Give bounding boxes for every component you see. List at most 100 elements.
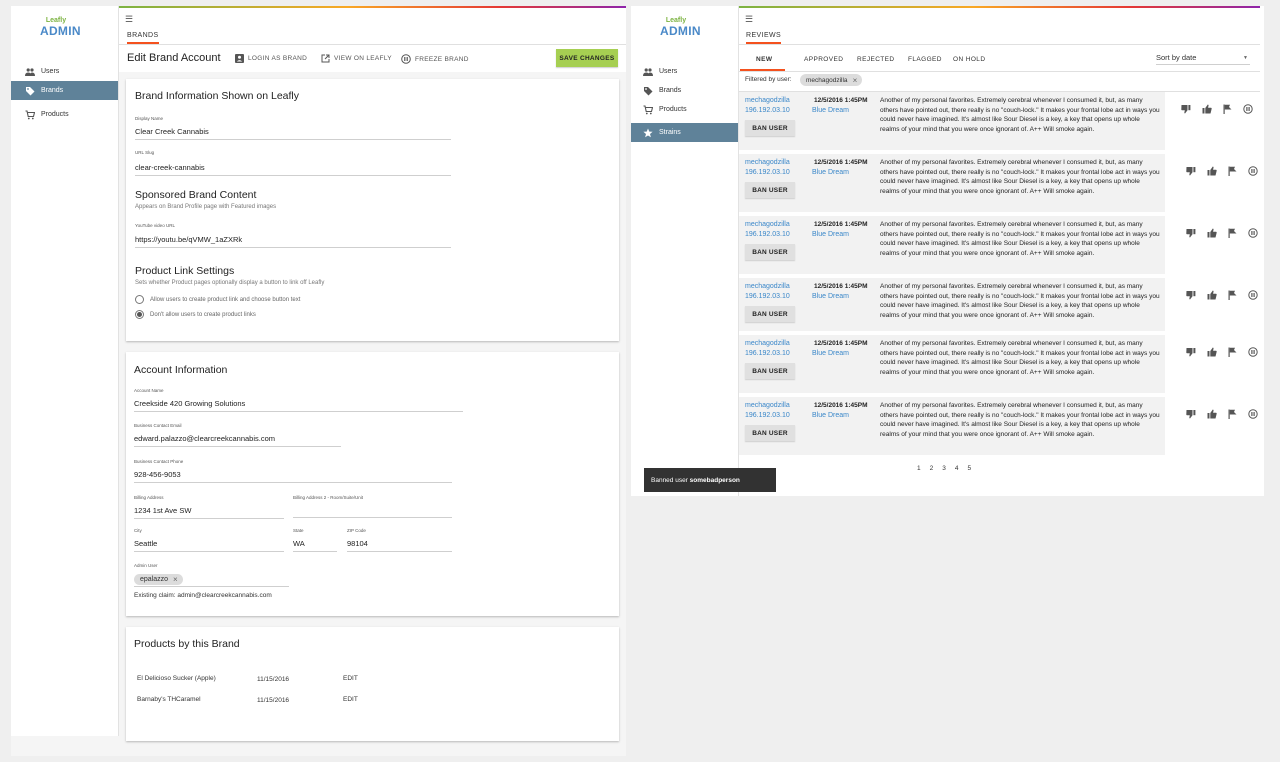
page-2[interactable]: 2 [930,465,934,472]
tab-reviews[interactable]: REVIEWS [746,32,782,44]
nav-item-users[interactable]: Users [631,62,738,81]
tab-approved[interactable]: APPROVED [804,56,843,63]
product-name[interactable]: El Delicioso Sucker (Apple) [137,675,216,682]
nav-item-products[interactable]: Products [631,100,738,119]
review-strain-link[interactable]: Blue Dream [812,293,849,300]
review-user-link[interactable]: mechagodzilla [745,339,790,349]
leafly-admin-logo[interactable]: Leafly ADMIN [40,17,81,37]
page-1[interactable]: 1 [917,465,921,472]
view-on-leafly-button[interactable]: VIEW ON LEAFLY [321,54,392,63]
review-user-link[interactable]: mechagodzilla [745,220,790,230]
hamburger-menu-icon[interactable]: ☰ [745,14,753,25]
products-card: Products by this Brand El Delicioso Suck… [126,627,619,741]
thumb-up-icon[interactable] [1207,290,1217,300]
page-title: Edit Brand Account [127,52,221,64]
thumb-down-icon[interactable] [1186,290,1196,300]
account-name-field[interactable]: Creekside 420 Growing Solutions [134,399,463,412]
flag-icon[interactable] [1228,347,1237,357]
nav-item-strains[interactable]: Strains [631,123,738,142]
edit-product-button[interactable]: EDIT [343,696,358,703]
edit-product-button[interactable]: EDIT [343,675,358,682]
thumb-up-icon[interactable] [1207,228,1217,238]
login-as-brand-button[interactable]: LOGIN AS BRAND [235,54,307,63]
pause-circle-icon[interactable] [1243,104,1253,114]
close-icon[interactable]: × [173,575,178,584]
url-slug-field[interactable]: clear-creek-cannabis [135,163,451,176]
radio-button[interactable] [135,295,144,304]
billing-address-field[interactable]: 1234 1st Ave SW [134,506,284,519]
ban-user-button[interactable]: BAN USER [745,363,795,379]
page-4[interactable]: 4 [955,465,959,472]
page-5[interactable]: 5 [968,465,972,472]
display-name-field[interactable]: Clear Creek Cannabis [135,127,451,140]
ban-user-button[interactable]: BAN USER [745,425,795,441]
flag-icon[interactable] [1228,166,1237,176]
review-actions [1186,409,1269,419]
tab-brands[interactable]: BRANDS [127,32,159,44]
product-name[interactable]: Barnaby's THCaramel [137,696,201,703]
business-phone-field[interactable]: 928-456-9053 [134,470,452,483]
save-changes-button[interactable]: SAVE CHANGES [556,49,618,67]
pause-circle-icon[interactable] [1248,409,1258,419]
review-user-link[interactable]: mechagodzilla [745,96,790,106]
flag-icon[interactable] [1228,290,1237,300]
ban-user-button[interactable]: BAN USER [745,306,795,322]
business-email-field[interactable]: edward.palazzo@clearcreekcannabis.com [134,434,341,447]
review-user-link[interactable]: mechagodzilla [745,401,790,411]
thumb-down-icon[interactable] [1186,409,1196,419]
filter-user-chip[interactable]: mechagodzilla × [800,74,863,86]
radio-allow-product-link[interactable]: Allow users to create product link and c… [135,295,300,304]
pause-circle-icon[interactable] [1248,347,1258,357]
leafly-admin-logo[interactable]: Leafly ADMIN [660,17,701,37]
state-field[interactable]: WA [293,539,337,552]
youtube-url-field[interactable]: https://youtu.be/qVMW_1aZXRk [135,235,451,248]
thumb-up-icon[interactable] [1202,104,1212,114]
review-strain-link[interactable]: Blue Dream [812,350,849,357]
nav-item-brands[interactable]: Brands [631,81,738,100]
hamburger-menu-icon[interactable]: ☰ [125,14,133,25]
nav-item-users[interactable]: Users [11,62,118,81]
review-date: 12/5/2016 1:45PM [814,221,868,228]
pause-circle-icon[interactable] [1248,290,1258,300]
admin-user-chip[interactable]: epalazzo × [134,574,183,585]
review-user-link[interactable]: mechagodzilla [745,158,790,168]
flag-icon[interactable] [1223,104,1232,114]
pause-circle-icon[interactable] [1248,228,1258,238]
tab-rejected[interactable]: REJECTED [857,56,895,63]
radio-disallow-product-link[interactable]: Don't allow users to create product link… [135,310,256,319]
thumb-down-icon[interactable] [1181,104,1191,114]
ban-user-button[interactable]: BAN USER [745,244,795,260]
review-strain-link[interactable]: Blue Dream [812,169,849,176]
review-strain-link[interactable]: Blue Dream [812,412,849,419]
thumb-up-icon[interactable] [1207,409,1217,419]
close-icon[interactable]: × [853,76,858,85]
thumb-up-icon[interactable] [1207,166,1217,176]
sort-select[interactable]: Sort by date ▼ [1156,53,1250,65]
tab-flagged[interactable]: FLAGGED [908,56,942,63]
flag-icon[interactable] [1228,409,1237,419]
flag-icon[interactable] [1228,228,1237,238]
review-strain-link[interactable]: Blue Dream [812,107,849,114]
review-strain-link[interactable]: Blue Dream [812,231,849,238]
ban-user-button[interactable]: BAN USER [745,120,795,136]
radio-button-selected[interactable] [135,310,144,319]
tab-new[interactable]: NEW [756,56,772,63]
billing-address-2-field[interactable] [293,506,452,518]
review-user-link[interactable]: mechagodzilla [745,282,790,292]
thumb-down-icon[interactable] [1186,228,1196,238]
pause-circle-icon[interactable] [1248,166,1258,176]
freeze-brand-button[interactable]: FREEZE BRAND [401,54,469,64]
products-title: Products by this Brand [134,638,240,650]
thumb-down-icon[interactable] [1186,166,1196,176]
nav-item-brands[interactable]: Brands [11,81,118,100]
thumb-down-icon[interactable] [1186,347,1196,357]
filter-label: Filtered by user: [745,76,792,83]
page-3[interactable]: 3 [942,465,946,472]
review-actions [1186,228,1269,238]
ban-user-button[interactable]: BAN USER [745,182,795,198]
nav-item-products[interactable]: Products [11,105,118,124]
city-field[interactable]: Seattle [134,539,284,552]
zip-field[interactable]: 98104 [347,539,452,552]
thumb-up-icon[interactable] [1207,347,1217,357]
tab-on-hold[interactable]: ON HOLD [953,56,985,63]
